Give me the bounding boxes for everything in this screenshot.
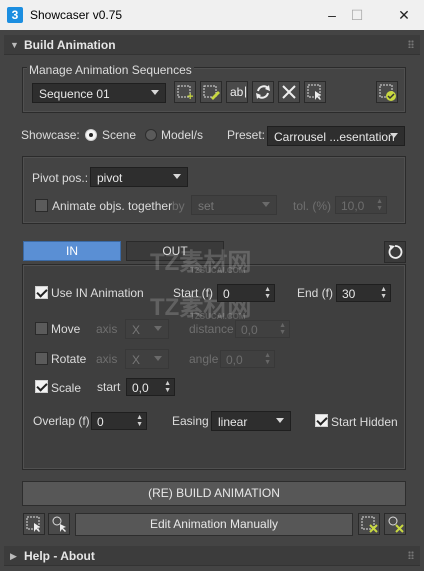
distance-spinner[interactable]: 0,0 ▲ ▼ (235, 320, 290, 338)
grip-icon[interactable] (408, 551, 414, 559)
start-hidden-checkbox[interactable] (315, 414, 328, 427)
animate-together-checkbox[interactable] (35, 199, 48, 212)
reset-icon[interactable] (384, 241, 406, 263)
sequences-group-label: Manage Animation Sequences (27, 63, 194, 77)
distance-label: distance (189, 322, 234, 336)
select-objects-icon[interactable] (23, 513, 45, 535)
models-radio[interactable] (145, 129, 157, 141)
tab-in[interactable]: IN (23, 241, 121, 261)
models-label: Model/s (161, 128, 204, 142)
scale-label: Scale (51, 381, 82, 395)
end-f-spinner[interactable]: 30 ▲ ▼ (336, 284, 391, 302)
help-about-rollout-header[interactable]: ▶ Help - About (4, 546, 420, 566)
confirm-sequence-icon[interactable] (376, 81, 398, 103)
move-checkbox[interactable] (35, 322, 48, 335)
scene-radio[interactable] (85, 129, 97, 141)
select-animated-icon[interactable] (48, 513, 70, 535)
angle-label: angle (189, 352, 219, 366)
angle-spinner[interactable]: 0,0 ▲ ▼ (220, 350, 275, 368)
easing-select[interactable]: linear (211, 411, 291, 431)
delete-sequence-icon[interactable] (278, 81, 300, 103)
refresh-icon[interactable] (252, 81, 274, 103)
rollout-title: Help - About (24, 549, 95, 563)
preset-select[interactable]: Carrousel ...esentation (267, 126, 405, 146)
move-label: Move (51, 322, 81, 336)
end-f-label: End (f) (297, 286, 334, 300)
tol-spinner[interactable]: 10,0 ▲ ▼ (335, 196, 387, 214)
scale-start-label: start (97, 380, 121, 394)
build-animation-rollout-header[interactable]: ▼ Build Animation (4, 35, 420, 55)
rollout-title: Build Animation (24, 38, 116, 52)
by-label: by (172, 199, 185, 213)
grip-icon[interactable] (408, 40, 414, 48)
easing-label: Easing (172, 414, 209, 428)
rotate-checkbox[interactable] (35, 352, 48, 365)
pivot-select[interactable]: pivot (90, 167, 188, 187)
by-select[interactable]: set (191, 195, 277, 215)
tol-label: tol. (%) (293, 199, 332, 213)
collapse-triangle-icon: ▼ (10, 40, 19, 50)
move-axis-label: axis (96, 322, 118, 336)
scale-start-spinner[interactable]: 0,0 ▲ ▼ (126, 378, 175, 396)
start-f-spinner[interactable]: 0 ▲ ▼ (217, 284, 275, 302)
overlap-label: Overlap (f) (33, 414, 90, 428)
svg-text:+: + (187, 91, 193, 102)
minimize-icon[interactable]: – (320, 5, 344, 25)
rotate-axis-label: axis (96, 352, 118, 366)
move-axis-select[interactable]: X (125, 319, 169, 339)
scale-checkbox[interactable] (35, 380, 48, 393)
overlap-spinner[interactable]: 0 ▲ ▼ (91, 412, 147, 430)
add-sequence-icon[interactable]: + (174, 81, 196, 103)
clear-selection-icon[interactable] (358, 513, 380, 535)
expand-triangle-icon: ▶ (10, 551, 17, 561)
maximize-icon[interactable]: ☐ (345, 5, 369, 25)
use-in-animation-label: Use IN Animation (51, 286, 144, 300)
rename-sequence-button[interactable]: ab | (226, 81, 248, 103)
preset-label: Preset: (227, 128, 266, 142)
scene-label: Scene (102, 128, 137, 142)
edit-sequence-icon[interactable] (200, 81, 222, 103)
rotate-axis-select[interactable]: X (125, 349, 169, 369)
sequence-select[interactable]: Sequence 01 (32, 83, 166, 103)
rebuild-animation-button[interactable]: (RE) BUILD ANIMATION (22, 481, 406, 506)
remove-animation-icon[interactable] (384, 513, 406, 535)
close-icon[interactable]: ✕ (392, 5, 416, 25)
title-bar: 3 Showcaser v0.75 – ☐ ✕ (0, 0, 424, 30)
start-hidden-label: Start Hidden (331, 415, 398, 429)
pivot-label: Pivot pos.: (32, 171, 89, 185)
animate-together-label: Animate objs. together (52, 199, 173, 213)
rotate-label: Rotate (51, 352, 87, 366)
use-in-animation-checkbox[interactable] (35, 286, 48, 299)
edit-animation-manually-button[interactable]: Edit Animation Manually (75, 513, 353, 536)
start-f-label: Start (f) (173, 286, 214, 300)
app-icon: 3 (7, 7, 23, 23)
window-title: Showcaser v0.75 (30, 8, 123, 22)
showcase-label: Showcase: (21, 128, 80, 142)
select-objects-icon[interactable] (304, 81, 326, 103)
watermark-url: TZSUCAI.COM (190, 266, 246, 275)
